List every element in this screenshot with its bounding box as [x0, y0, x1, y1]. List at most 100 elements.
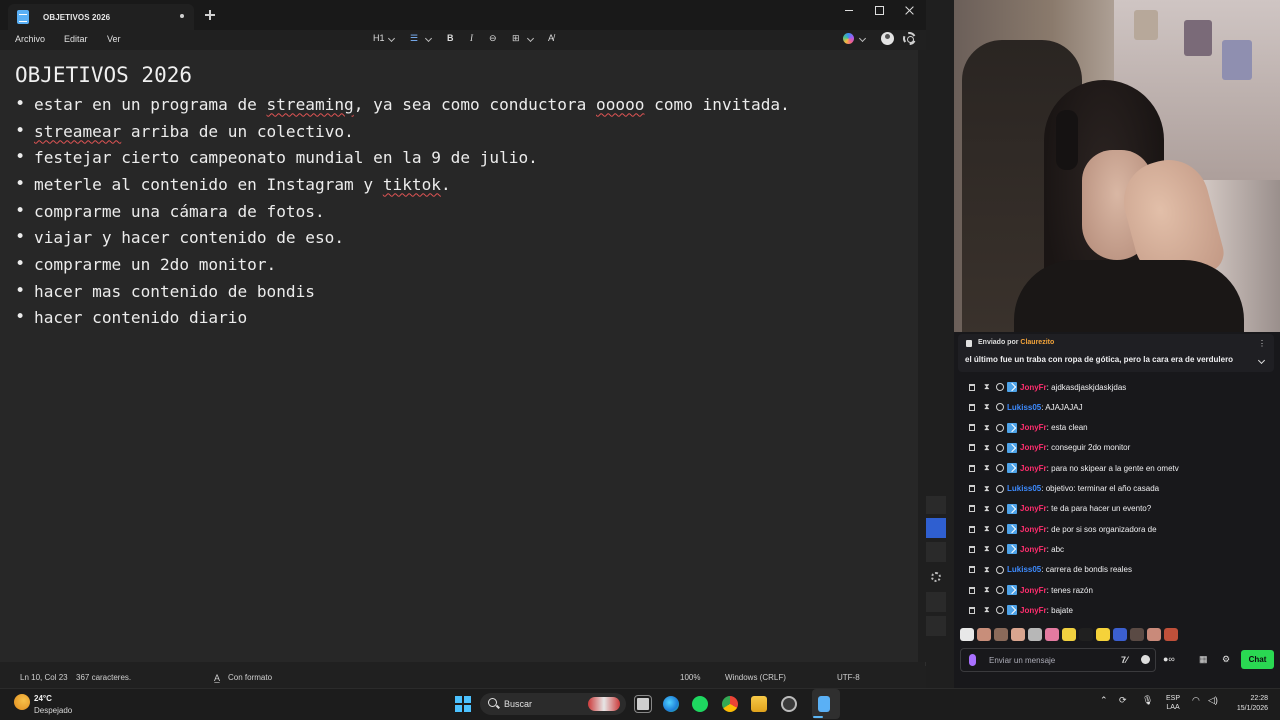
strip-button[interactable]: [926, 616, 946, 636]
delete-icon[interactable]: [969, 464, 975, 472]
chat-username[interactable]: Lukiss05: [1007, 403, 1041, 412]
encoding[interactable]: UTF-8: [837, 673, 860, 682]
chat-username[interactable]: JonyFr: [1020, 545, 1047, 554]
pin-menu-icon[interactable]: ⋮: [1258, 339, 1266, 348]
chat-settings-icon[interactable]: ⚙: [1222, 654, 1230, 665]
ban-icon[interactable]: [996, 464, 1004, 473]
emote-icon[interactable]: [1096, 628, 1110, 641]
timeout-icon[interactable]: ⧗: [984, 443, 990, 453]
ban-icon[interactable]: [996, 403, 1004, 412]
timeout-icon[interactable]: ⧗: [984, 544, 990, 554]
timeout-icon[interactable]: ⧗: [984, 484, 990, 494]
document-tab[interactable]: OBJETIVOS 2026: [8, 4, 194, 30]
chat-username[interactable]: Lukiss05: [1007, 484, 1041, 493]
emote-icon[interactable]: [1164, 628, 1178, 641]
timeout-icon[interactable]: ⧗: [984, 402, 990, 412]
timeout-icon[interactable]: ⧗: [984, 423, 990, 433]
chat-username[interactable]: JonyFr: [1020, 423, 1047, 432]
timeout-icon[interactable]: ⧗: [984, 524, 990, 534]
format-toggle[interactable]: Con formato: [228, 673, 272, 682]
italic-button[interactable]: I: [470, 33, 473, 43]
maximize-button[interactable]: [864, 0, 894, 22]
microphone-icon[interactable]: 🎙︎: [1142, 695, 1153, 706]
chevron-up-icon[interactable]: ⌃: [1100, 695, 1108, 706]
emote-icon[interactable]: [1028, 628, 1042, 641]
emote-icon[interactable]: [1147, 628, 1161, 641]
delete-icon[interactable]: [969, 444, 975, 452]
list-icon[interactable]: ☰: [410, 33, 418, 44]
chat-send-button[interactable]: Chat: [1241, 650, 1274, 669]
menu-editar[interactable]: Editar: [64, 34, 88, 44]
ban-icon[interactable]: [996, 565, 1004, 574]
strip-button-active[interactable]: [926, 518, 946, 538]
strip-button[interactable]: [926, 592, 946, 612]
emoji-icon[interactable]: [1141, 655, 1150, 664]
line-ending[interactable]: Windows (CRLF): [725, 673, 786, 682]
file-explorer-icon[interactable]: [751, 696, 767, 712]
delete-icon[interactable]: [969, 505, 975, 513]
chat-username[interactable]: JonyFr: [1020, 586, 1047, 595]
taskbar-search[interactable]: Buscar: [480, 693, 626, 715]
heading-dropdown[interactable]: H1: [373, 33, 385, 43]
delete-icon[interactable]: [969, 525, 975, 533]
chrome-icon[interactable]: [722, 696, 738, 712]
link-icon[interactable]: ⊖: [489, 33, 497, 44]
ban-icon[interactable]: [996, 504, 1004, 513]
volume-icon[interactable]: ◁): [1208, 695, 1218, 706]
emote-icon[interactable]: [1062, 628, 1076, 641]
windows-start-icon[interactable]: [455, 696, 471, 712]
bold-button[interactable]: B: [447, 33, 454, 43]
delete-icon[interactable]: [969, 545, 975, 553]
zoom-level[interactable]: 100%: [680, 673, 700, 682]
copilot-icon[interactable]: [843, 33, 854, 44]
task-view-icon[interactable]: [634, 695, 652, 713]
delete-icon[interactable]: [969, 606, 975, 614]
emote-icon[interactable]: [960, 628, 974, 641]
chat-input[interactable]: Enviar un mensaje 7⁄: [960, 648, 1156, 672]
chat-username[interactable]: JonyFr: [1020, 443, 1047, 452]
mic-icon[interactable]: [969, 654, 976, 666]
chevron-down-icon[interactable]: [1257, 356, 1266, 365]
ban-icon[interactable]: [996, 586, 1004, 594]
editor-scrollbar[interactable]: [918, 50, 926, 662]
delete-icon[interactable]: [969, 485, 975, 492]
spotify-icon[interactable]: [692, 696, 708, 712]
table-icon[interactable]: ⊞: [512, 33, 520, 44]
menu-ver[interactable]: Ver: [107, 34, 121, 44]
emote-icon[interactable]: [1079, 628, 1093, 641]
profile-icon[interactable]: [881, 32, 894, 45]
ban-icon[interactable]: [996, 423, 1004, 432]
timeout-icon[interactable]: ⧗: [984, 605, 990, 615]
menu-archivo[interactable]: Archivo: [15, 34, 45, 44]
timeout-icon[interactable]: ⧗: [984, 504, 990, 514]
new-tab-icon[interactable]: [204, 9, 216, 21]
points-icon[interactable]: ●∞: [1163, 654, 1175, 664]
delete-icon[interactable]: [969, 403, 975, 411]
obs-icon[interactable]: [781, 696, 797, 712]
emote-icon[interactable]: [977, 628, 991, 641]
pinned-message[interactable]: Enviado por Claurezito ⋮ el último fue u…: [958, 334, 1274, 372]
close-window-button[interactable]: [894, 0, 924, 22]
chat-username[interactable]: JonyFr: [1020, 525, 1047, 534]
system-clock[interactable]: 22:28 15/1/2026: [1228, 694, 1268, 714]
settings-icon[interactable]: [903, 32, 916, 45]
chat-username[interactable]: JonyFr: [1020, 464, 1047, 473]
timeout-icon[interactable]: ⧗: [984, 463, 990, 473]
chat-username[interactable]: JonyFr: [1020, 383, 1047, 392]
ban-icon[interactable]: [996, 484, 1004, 493]
timeout-icon[interactable]: ⧗: [984, 585, 990, 595]
ban-icon[interactable]: [996, 606, 1004, 615]
gift-icon[interactable]: ▦: [1199, 654, 1208, 665]
chat-username[interactable]: JonyFr: [1020, 504, 1047, 513]
emote-icon[interactable]: [1011, 628, 1025, 641]
minimize-button[interactable]: [834, 0, 864, 22]
ban-icon[interactable]: [996, 545, 1004, 554]
ban-icon[interactable]: [996, 525, 1004, 534]
ban-icon[interactable]: [996, 443, 1004, 452]
strip-button[interactable]: [926, 496, 946, 514]
clear-formatting-icon[interactable]: A̸: [548, 33, 554, 43]
language-indicator[interactable]: ESP LAA: [1166, 694, 1180, 712]
delete-icon[interactable]: [969, 383, 975, 391]
emote-icon[interactable]: [1130, 628, 1144, 641]
delete-icon[interactable]: [969, 586, 975, 594]
